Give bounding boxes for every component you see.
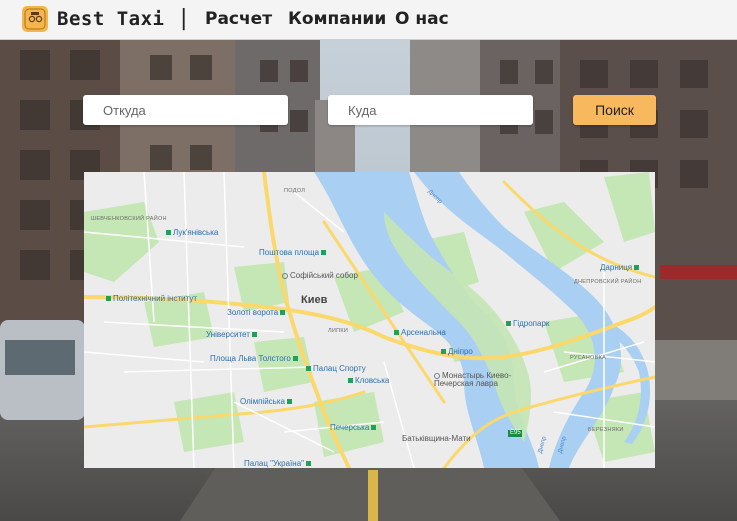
monastery-icon bbox=[434, 372, 440, 379]
road-shield: E95 bbox=[509, 430, 522, 436]
metro-icon bbox=[280, 310, 286, 316]
district-label: ПОДОЛ bbox=[284, 188, 306, 194]
to-input[interactable] bbox=[328, 95, 533, 125]
landmark-label[interactable]: Монастырь Киево-Печерская лавра bbox=[434, 372, 524, 388]
metro-station-label[interactable]: Золоті ворота bbox=[227, 308, 287, 317]
district-label: ШЕВЧЕНКОВСКИЙ РАЙОН bbox=[91, 216, 167, 222]
nav-item-companies[interactable]: Компании bbox=[288, 9, 386, 29]
metro-station-label[interactable]: Лук'янівська bbox=[166, 228, 218, 237]
metro-station-label[interactable]: Поштова площа bbox=[259, 248, 328, 257]
nav-item-about[interactable]: О нас bbox=[395, 9, 449, 29]
district-label: ДНЕПРОВСКИЙ РАЙОН bbox=[574, 279, 642, 285]
metro-icon bbox=[286, 399, 292, 405]
taxi-logo-icon[interactable] bbox=[22, 6, 48, 32]
metro-station-label[interactable]: Печерська bbox=[330, 423, 378, 432]
metro-station-label[interactable]: Дніпро bbox=[441, 347, 473, 356]
metro-icon bbox=[251, 332, 257, 338]
district-label: БЕРЕЗНЯКИ bbox=[588, 427, 624, 433]
city-label: Киев bbox=[301, 294, 328, 306]
brand-name[interactable]: Best Taxi bbox=[57, 8, 164, 30]
metro-station-label[interactable]: Дарниця bbox=[600, 263, 641, 272]
metro-station-label[interactable]: Кловська bbox=[348, 376, 389, 385]
district-label: РУСАНОВКА bbox=[570, 355, 607, 361]
metro-station-label[interactable]: Площа Льва Толстого bbox=[210, 354, 300, 363]
district-label: ЛИПКИ bbox=[328, 328, 349, 334]
metro-station-label[interactable]: Арсенальна bbox=[394, 328, 446, 337]
metro-station-label[interactable]: Палац "Україна" bbox=[244, 459, 313, 468]
metro-icon bbox=[106, 296, 111, 302]
metro-icon bbox=[306, 461, 312, 467]
landmark-icon bbox=[282, 272, 288, 279]
nav-separator: | bbox=[180, 6, 188, 31]
metro-icon bbox=[394, 330, 399, 336]
metro-station-label[interactable]: Олімпійська bbox=[240, 397, 294, 406]
metro-icon bbox=[166, 230, 171, 236]
metro-station-label[interactable]: Політехнічний інститут bbox=[106, 294, 197, 303]
city-map[interactable]: ПОДОЛ ШЕВЧЕНКОВСКИЙ РАЙОН ДНЕПРОВСКИЙ РА… bbox=[84, 172, 655, 468]
metro-icon bbox=[441, 349, 446, 355]
metro-icon bbox=[306, 366, 311, 372]
top-navbar: Best Taxi | Расчет Компании О нас bbox=[0, 0, 737, 40]
metro-station-label[interactable]: Гідропарк bbox=[506, 319, 549, 328]
from-input[interactable] bbox=[83, 95, 288, 125]
nav-item-calculation[interactable]: Расчет bbox=[205, 9, 272, 29]
metro-icon bbox=[634, 265, 640, 271]
landmark-label[interactable]: Софійський собор bbox=[282, 271, 358, 280]
metro-station-label[interactable]: Університет bbox=[206, 330, 259, 339]
metro-icon bbox=[348, 378, 353, 384]
metro-icon bbox=[506, 321, 511, 327]
search-button[interactable]: Поиск bbox=[573, 95, 656, 125]
metro-icon bbox=[292, 356, 298, 362]
metro-icon bbox=[371, 425, 377, 431]
landmark-label[interactable]: Батьківщина-Мати bbox=[402, 434, 471, 443]
metro-icon bbox=[321, 250, 327, 256]
metro-station-label[interactable]: Палац Спорту bbox=[306, 364, 366, 373]
